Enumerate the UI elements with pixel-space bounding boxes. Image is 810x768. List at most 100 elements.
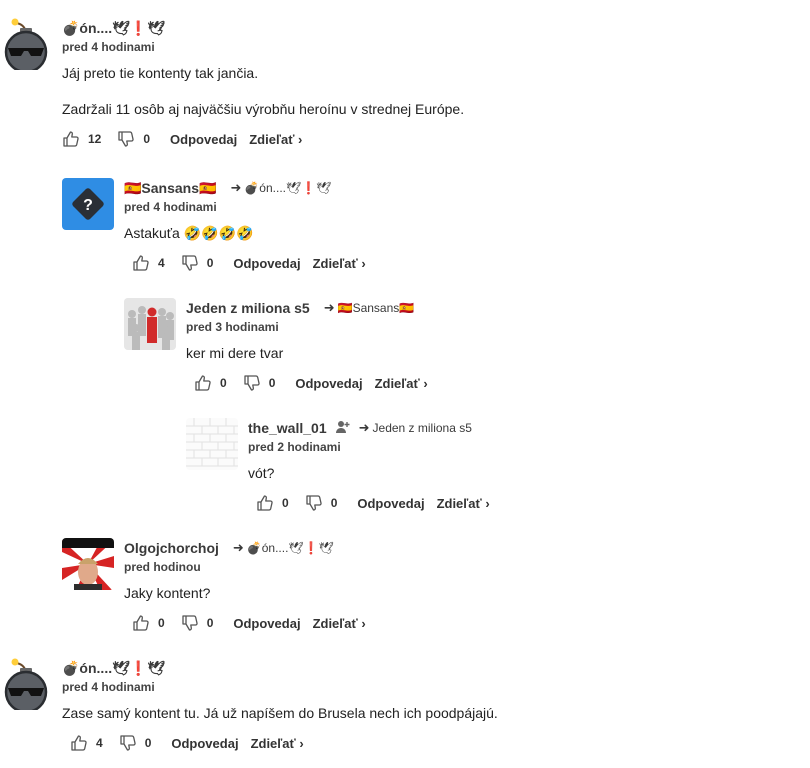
follow-user-icon[interactable] [335,420,351,437]
like-button[interactable]: 4 [70,734,103,752]
reply-arrow-icon: ➜ [232,540,244,555]
svg-text:?: ? [83,197,93,214]
username[interactable]: Olgojchorchoj [124,540,219,556]
dislike-button[interactable]: 0 [181,614,213,632]
reply-to-username: 🇪🇸Sansans🇪🇸 [337,301,415,315]
reply-button[interactable]: Odpovedaj [233,256,300,271]
dislike-count: 0 [143,132,151,146]
timestamp: pred 4 hodinami [62,40,155,54]
like-button[interactable]: 0 [256,494,289,512]
user-photo-avatar-image [62,538,114,590]
reply-arrow-icon: ➜ [358,420,370,435]
thumbs-down-icon [243,374,261,392]
dislike-count: 0 [206,256,214,270]
question-mark-icon: ? [72,188,104,220]
thumbs-down-icon [117,130,135,148]
comment-item: Olgojchorchoj ➜ 💣ón....🕊❗🕊 pred hodinou … [62,538,810,648]
comment-item: 💣ón....🕊❗🕊 pred 4 hodinami Jáj preto tie… [0,18,810,168]
reply-arrow-icon: ➜ [230,180,242,195]
comment-text: Jaky kontent? [124,583,366,603]
username[interactable]: Jeden z miliona s5 [186,300,310,316]
thumbs-down-icon [181,254,199,272]
reply-arrow-icon: ➜ [323,300,335,315]
avatar[interactable]: ? [62,178,114,230]
username[interactable]: 💣ón....🕊❗🕊 [62,20,165,37]
thumbs-up-icon [70,734,88,752]
comment-item: 💣ón....🕊❗🕊 pred 4 hodinami Zase samý kon… [0,658,810,768]
timestamp: pred hodinou [124,560,201,574]
thumbs-down-icon [181,614,199,632]
comment-paragraph: Zadržali 11 osôb aj najväčšiu výrobňu he… [62,101,465,117]
reply-to[interactable]: ➜ 🇪🇸Sansans🇪🇸 [324,300,415,316]
bomb-avatar[interactable] [0,18,52,70]
comment-text: vót? [248,463,490,483]
timestamp: pred 3 hodinami [186,320,279,334]
comment-item: ? 🇪🇸Sansans🇪🇸 ➜ 💣ón....🕊❗🕊 pred 4 hodina… [62,178,810,288]
thumbs-down-icon [119,734,137,752]
comment-actions: 4 0 Odpovedaj Zdieľať › [132,253,366,273]
share-button[interactable]: Zdieľať › [437,496,490,511]
dislike-count: 0 [330,496,338,510]
reply-button[interactable]: Odpovedaj [233,616,300,631]
comment-text: Zase samý kontent tu. Já už napíšem do B… [62,703,498,723]
like-button[interactable]: 0 [194,374,227,392]
thumbs-up-icon [62,130,80,148]
comment-text: Jáj preto tie kontenty tak jančia. Zadrž… [62,63,464,119]
bomb-avatar[interactable] [0,658,52,710]
avatar[interactable] [62,538,114,590]
reply-button[interactable]: Odpovedaj [357,496,424,511]
username[interactable]: the_wall_01 [248,420,327,436]
comment-paragraph: vót? [248,465,275,481]
comment-paragraph: ker mi dere tvar [186,345,284,361]
reply-to-username: 💣ón....🕊❗🕊 [244,181,332,195]
timestamp: pred 2 hodinami [248,440,341,454]
dislike-button[interactable]: 0 [117,130,150,148]
comment-text: ker mi dere tvar [186,343,428,363]
avatar[interactable] [186,418,238,470]
share-button[interactable]: Zdieľať › [251,736,304,751]
reply-to[interactable]: ➜ Jeden z miliona s5 [359,420,472,436]
comment-actions: 4 0 Odpovedaj Zdieľať › [70,733,498,753]
like-count: 4 [96,736,103,750]
dislike-count: 0 [144,736,152,750]
comment-text: Astakuťa 🤣🤣🤣🤣 [124,223,366,243]
like-count: 4 [158,256,165,270]
username[interactable]: 🇪🇸Sansans🇪🇸 [124,180,216,197]
comment-item: Jeden z miliona s5 ➜ 🇪🇸Sansans🇪🇸 pred 3 … [124,298,810,408]
reply-to-username: 💣ón....🕊❗🕊 [246,541,334,555]
dislike-count: 0 [268,376,276,390]
crowd-avatar-image [124,298,176,350]
brick-wall-avatar-image [186,418,238,470]
reply-button[interactable]: Odpovedaj [170,132,237,147]
dislike-button[interactable]: 0 [243,374,276,392]
reply-to-username: Jeden z miliona s5 [372,421,472,435]
bomb-icon [4,658,48,710]
like-button[interactable]: 0 [132,614,165,632]
dislike-button[interactable]: 0 [119,734,152,752]
thumbs-down-icon [305,494,323,512]
share-button[interactable]: Zdieľať › [313,256,366,271]
reply-to[interactable]: ➜ 💣ón....🕊❗🕊 [233,540,334,556]
like-count: 12 [88,132,102,146]
avatar[interactable] [124,298,176,350]
like-button[interactable]: 4 [132,254,165,272]
username[interactable]: 💣ón....🕊❗🕊 [62,660,165,677]
reply-button[interactable]: Odpovedaj [295,376,362,391]
like-count: 0 [282,496,289,510]
comment-paragraph: Jáj preto tie kontenty tak jančia. [62,65,259,81]
like-button[interactable]: 12 [62,130,101,148]
reply-to[interactable]: ➜ 💣ón....🕊❗🕊 [230,180,331,196]
dislike-button[interactable]: 0 [305,494,338,512]
comment-paragraph: Jaky kontent? [124,585,211,601]
share-button[interactable]: Zdieľať › [375,376,428,391]
thumbs-up-icon [256,494,274,512]
comment-paragraph: Zase samý kontent tu. Já už napíšem do B… [62,705,498,721]
timestamp: pred 4 hodinami [62,680,155,694]
like-count: 0 [158,616,165,630]
share-button[interactable]: Zdieľať › [249,132,302,147]
dislike-button[interactable]: 0 [181,254,214,272]
thumbs-up-icon [194,374,212,392]
share-button[interactable]: Zdieľať › [313,616,366,631]
comment-actions: 12 0 Odpovedaj Zdieľať › [62,129,464,149]
reply-button[interactable]: Odpovedaj [171,736,238,751]
